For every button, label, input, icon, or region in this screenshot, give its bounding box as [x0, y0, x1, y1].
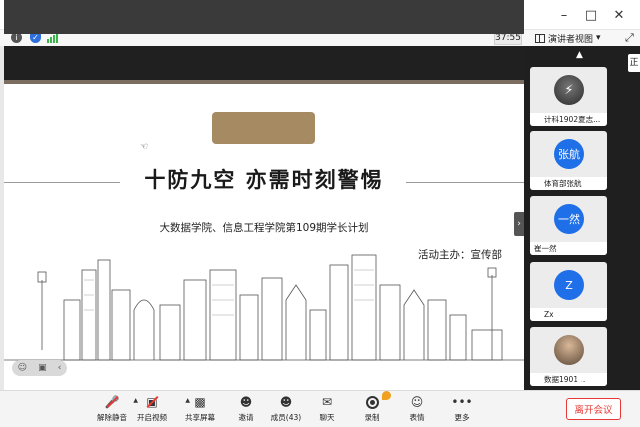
- scroll-down-icon[interactable]: ▼: [576, 378, 583, 388]
- record-icon: [364, 394, 380, 410]
- reaction-label: 表情: [409, 413, 425, 422]
- unmute-label: 解除静音: [97, 413, 127, 422]
- fullscreen-icon[interactable]: ⤢: [625, 31, 634, 45]
- chevron-down-icon: ▾: [596, 33, 601, 43]
- close-icon[interactable]: ✕: [610, 6, 628, 24]
- slide-top-stripe: [4, 80, 524, 84]
- scroll-up-icon[interactable]: ▲: [576, 50, 583, 60]
- view-mode-button[interactable]: 演讲者视图 ▾: [535, 31, 601, 45]
- leave-meeting-button[interactable]: 离开会议: [566, 398, 621, 420]
- share-screen-icon: ▩: [194, 395, 206, 409]
- view-mode-label: 演讲者视图: [548, 34, 594, 45]
- slide-top-strip: [4, 0, 524, 34]
- slide-label-box: [212, 112, 315, 144]
- minimize-icon[interactable]: –: [555, 6, 573, 24]
- slide-divider-left: [4, 182, 120, 183]
- layout-icon: [535, 33, 545, 43]
- members-label: 成员(43): [270, 413, 302, 422]
- maximize-icon[interactable]: □: [582, 6, 600, 24]
- chat-icon: ✉: [321, 395, 333, 409]
- more-button[interactable]: ••• 更多: [434, 394, 490, 426]
- participant-tile[interactable]: ✕ 数据1901...: [530, 327, 607, 386]
- avatar: 张航: [554, 139, 584, 169]
- shared-slide: 十防九空 亦需时刻警惕 大数据学院、信息工程学院第109期学长计划 活动主办：宣…: [4, 80, 524, 390]
- emoji-icon: ☺: [410, 395, 424, 409]
- participant-name: 体育部张航: [530, 177, 607, 190]
- meeting-toolbar: 🎤 解除静音 ▲ ▣ 开启视频 ▲ ▩ 共享屏幕 ☻ 邀请 ☻ 成员(43) ✉…: [0, 390, 640, 427]
- cursor-icon: ☜: [140, 142, 149, 152]
- microphone-icon: 🎤: [104, 395, 120, 409]
- avatar: 一然: [554, 204, 584, 234]
- chat-label: 聊天: [319, 413, 335, 422]
- signal-icon[interactable]: [47, 33, 58, 43]
- participant-tile[interactable]: ⚡ ✕ 计科1902夏志...: [530, 67, 607, 126]
- share-screen-label: 共享屏幕: [185, 413, 215, 422]
- side-tag[interactable]: 正: [628, 54, 640, 72]
- participant-name: 数据1901...: [530, 373, 607, 386]
- avatar: Z: [554, 270, 584, 300]
- members-icon: ☻: [279, 395, 293, 409]
- avatar: [554, 335, 584, 365]
- slide-divider-right: [406, 182, 524, 183]
- participant-name: 计科1902夏志...: [530, 113, 607, 126]
- more-label: 更多: [454, 413, 470, 422]
- avatar: ⚡: [554, 75, 584, 105]
- invite-label: 邀请: [238, 413, 254, 422]
- slide-headline: 十防九空 亦需时刻警惕: [144, 167, 384, 192]
- add-user-icon: ☻: [239, 395, 253, 409]
- participant-tile[interactable]: Z ✕ Zx: [530, 262, 607, 321]
- participant-name: 崔一然: [530, 242, 607, 255]
- more-dots-icon: •••: [451, 395, 473, 409]
- participant-tile[interactable]: 一然 崔一然: [530, 196, 607, 255]
- camera-icon: ▣: [144, 394, 160, 410]
- participant-name: Zx: [530, 308, 607, 321]
- chat-bubble-icon[interactable]: ▣: [38, 363, 47, 373]
- slide-subtitle: 大数据学院、信息工程学院第109期学长计划: [159, 222, 369, 234]
- slide-controls[interactable]: ☺ ▣ ‹: [12, 360, 67, 376]
- record-label: 录制: [364, 413, 380, 422]
- record-badge-icon: [382, 391, 391, 400]
- collapse-panel-button[interactable]: ›: [514, 212, 524, 236]
- video-label: 开启视频: [137, 413, 167, 422]
- city-skyline-illustration: [4, 254, 524, 361]
- chevron-left-icon[interactable]: ‹: [58, 363, 62, 373]
- plug-icon: ⚡: [564, 82, 574, 98]
- participant-tile[interactable]: 张航 ✕ 体育部张航: [530, 131, 607, 190]
- emoji-icon[interactable]: ☺: [18, 363, 27, 373]
